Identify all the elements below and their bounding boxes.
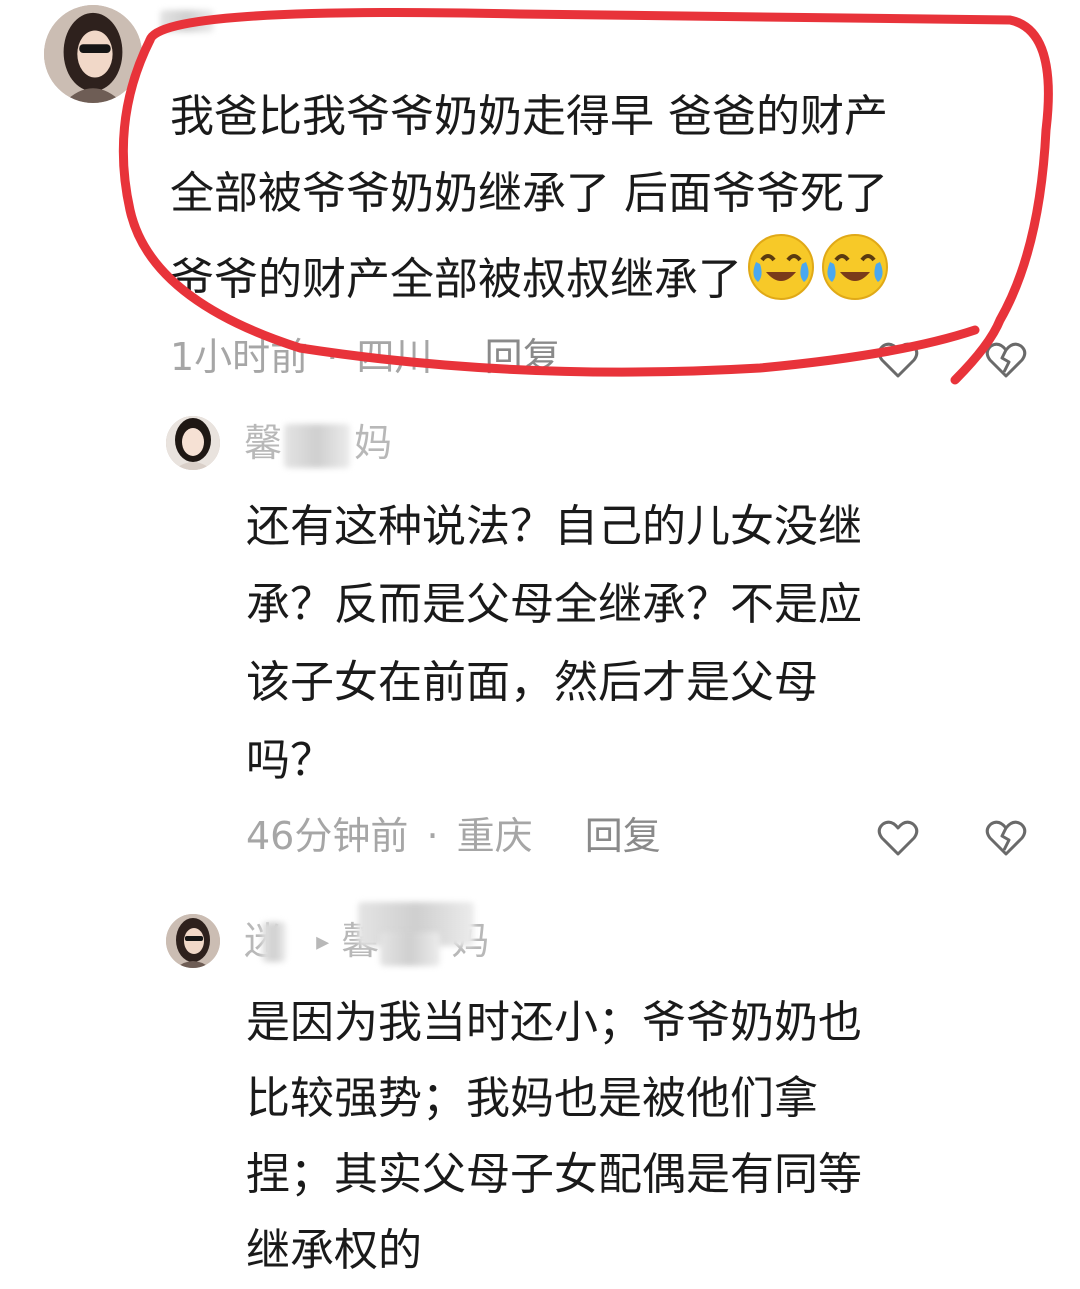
comment-line: 我爸比我爷爷奶奶走得早 爸爸的财产 xyxy=(170,91,888,142)
comment-line: 承？反而是父母全继承？不是应 xyxy=(246,579,862,630)
comment-line: 比较强势；我妈也是被他们拿 xyxy=(246,1073,818,1124)
broken-heart-icon xyxy=(985,820,1027,856)
like-button[interactable] xyxy=(876,816,920,860)
comment-line: 还有这种说法？自己的儿女没继 xyxy=(246,501,862,552)
username-redacted xyxy=(262,922,286,962)
comment-line: 爷爷的财产全部被叔叔继承了 xyxy=(170,232,890,318)
avatar[interactable] xyxy=(166,914,220,968)
username-redacted xyxy=(160,10,214,32)
comment-line: 是因为我当时还小；爷爷奶奶也 xyxy=(246,997,862,1048)
separator: · xyxy=(326,335,339,379)
comment-line: 该子女在前面，然后才是父母 xyxy=(246,657,818,708)
crying-laughing-icon xyxy=(746,232,816,302)
avatar-image xyxy=(166,914,220,968)
heart-icon xyxy=(877,342,919,378)
avatar[interactable] xyxy=(166,416,220,470)
comment-time: 46分钟前 xyxy=(246,814,409,858)
comment-meta: 46分钟前 · 重庆 回复 xyxy=(246,817,661,855)
avatar-image xyxy=(44,5,142,103)
comment-line: 继承权的 xyxy=(246,1225,422,1276)
comment-text: 还有这种说法？自己的儿女没继 承？反而是父母全继承？不是应 该子女在前面，然后才… xyxy=(246,488,862,800)
username-redacted xyxy=(380,932,440,966)
comment-text: 是因为我当时还小；爷爷奶奶也 比较强势；我妈也是被他们拿 捏；其实父母子女配偶是… xyxy=(246,985,862,1289)
dislike-button[interactable] xyxy=(984,338,1028,382)
username-redacted xyxy=(284,424,350,468)
broken-heart-icon xyxy=(985,342,1027,378)
comment-meta: 1小时前 · 四川 回复 xyxy=(170,338,561,376)
comment-line: 全部被爷爷奶奶继承了 后面爷爷死了 xyxy=(170,168,888,219)
reply-arrow-icon: ▸ xyxy=(316,927,330,957)
heart-icon xyxy=(877,820,919,856)
reply-button[interactable]: 回复 xyxy=(485,335,561,379)
comment-time: 1小时前 xyxy=(170,335,309,379)
comment-line: 捏；其实父母子女配偶是有同等 xyxy=(246,1149,862,1200)
reply-button[interactable]: 回复 xyxy=(585,814,661,858)
comment-line: 吗？ xyxy=(246,735,334,786)
dislike-button[interactable] xyxy=(984,816,1028,860)
avatar[interactable] xyxy=(44,5,142,103)
comment-location: 重庆 xyxy=(456,814,533,858)
crying-laughing-icon xyxy=(820,232,890,302)
avatar-image xyxy=(166,416,220,470)
like-button[interactable] xyxy=(876,338,920,382)
comment-location: 四川 xyxy=(356,335,433,379)
separator: · xyxy=(426,814,439,858)
comment-text: 我爸比我爷爷奶奶走得早 爸爸的财产 全部被爷爷奶奶继承了 后面爷爷死了 爷爷的财… xyxy=(170,78,890,318)
